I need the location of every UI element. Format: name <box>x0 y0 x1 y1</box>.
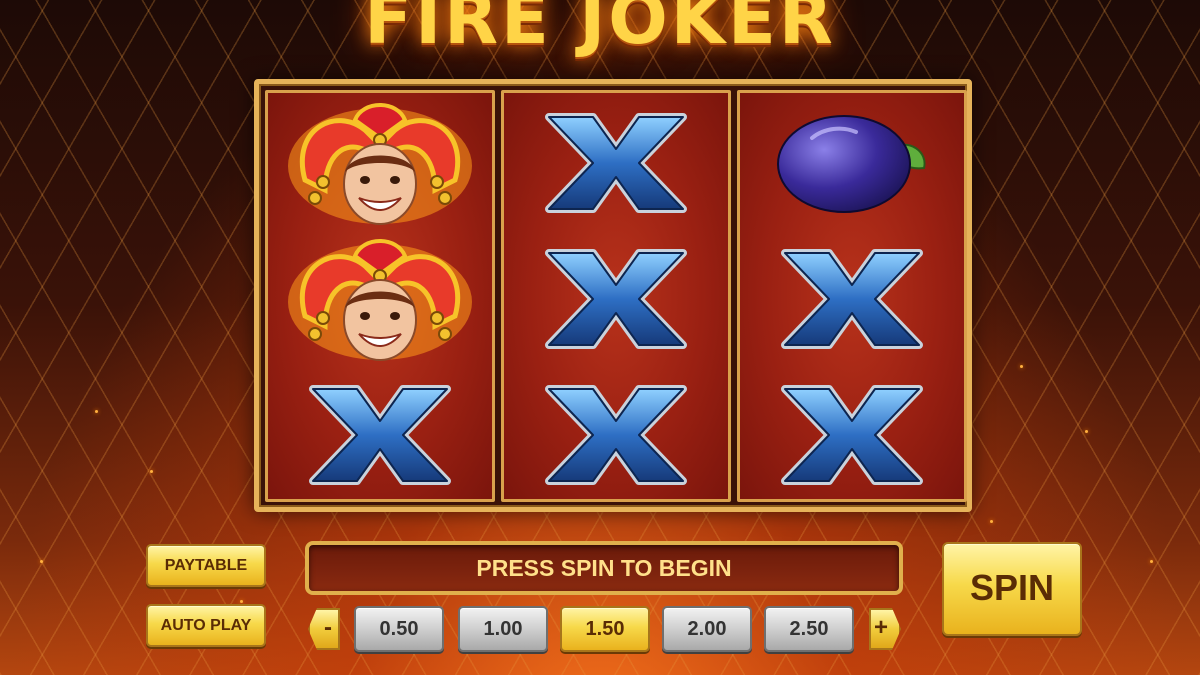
status-message: PRESS SPIN TO BEGIN <box>305 541 903 595</box>
reel-2-cell-2 <box>504 231 728 367</box>
game-title: FIRE JOKER <box>364 0 836 60</box>
reel-2-cell-1 <box>504 95 728 231</box>
bet-option-5[interactable]: 2.50 <box>764 606 854 652</box>
paytable-button[interactable]: PAYTABLE <box>146 544 266 587</box>
spin-button[interactable]: SPIN <box>942 542 1082 636</box>
bet-option-3[interactable]: 1.50 <box>560 606 650 652</box>
x-symbol-icon <box>781 385 923 485</box>
reel-1-cell-2 <box>268 231 492 367</box>
reel-3 <box>737 90 967 502</box>
x-symbol-icon <box>545 249 687 349</box>
x-symbol-icon <box>781 249 923 349</box>
reel-2 <box>501 90 731 502</box>
bet-option-4[interactable]: 2.00 <box>662 606 752 652</box>
joker-symbol-icon <box>288 239 472 361</box>
reels-frame <box>254 79 972 512</box>
auto-play-button[interactable]: AUTO PLAY <box>146 604 266 647</box>
x-symbol-icon <box>545 113 687 213</box>
bet-option-2[interactable]: 1.00 <box>458 606 548 652</box>
reel-1-cell-3 <box>268 367 492 503</box>
bet-option-1[interactable]: 0.50 <box>354 606 444 652</box>
reel-3-cell-2 <box>740 231 964 367</box>
reel-1 <box>265 90 495 502</box>
reel-2-cell-3 <box>504 367 728 503</box>
x-symbol-icon <box>545 385 687 485</box>
plum-symbol-icon <box>777 115 926 213</box>
joker-symbol-icon <box>288 103 472 225</box>
x-symbol-icon <box>309 385 451 485</box>
reel-3-cell-3 <box>740 367 964 503</box>
reel-1-cell-1 <box>268 95 492 231</box>
reel-3-cell-1 <box>740 95 964 231</box>
